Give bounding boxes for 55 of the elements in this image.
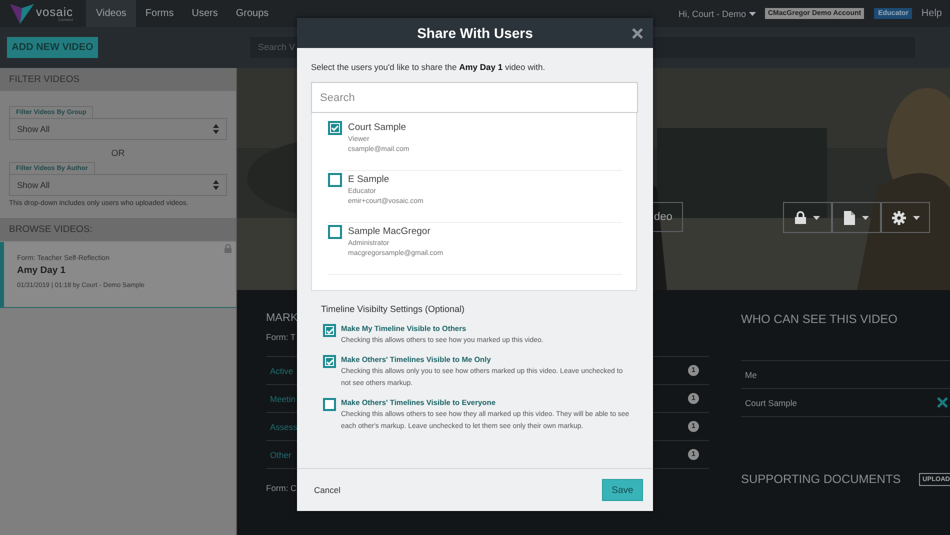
checkbox[interactable] [323, 324, 336, 337]
dialog-text: Select the users you'd like to share the Amy Day 1 video with. [311, 62, 546, 72]
user-name: Sample MacGregor [348, 226, 432, 237]
checkbox[interactable] [328, 225, 342, 239]
filter-dropdown[interactable]: Show All [9, 174, 227, 196]
check-icon [326, 358, 334, 364]
lock-icon [224, 244, 232, 253]
checkbox[interactable] [323, 398, 336, 411]
category-link[interactable]: Meetin [270, 394, 296, 404]
check-icon [331, 125, 339, 131]
logo-text: vosaic [36, 6, 74, 18]
sort-icon [213, 180, 219, 190]
logo-icon [10, 4, 34, 24]
lock-icon [795, 211, 806, 224]
form-label: Form: C [266, 483, 297, 493]
caret-icon [748, 12, 756, 16]
nav-tab[interactable]: Videos [86, 0, 136, 27]
viewer-name: Court Sample [745, 398, 797, 408]
category-link[interactable]: Active [270, 366, 294, 376]
settings-title: Timeline Visibilty Settings (Optional) [321, 304, 466, 314]
close-icon[interactable] [632, 28, 643, 39]
settings-menu-button[interactable] [881, 202, 930, 233]
user-name: E Sample [348, 174, 390, 185]
search-field[interactable]: Search [311, 82, 638, 113]
help-link[interactable]: Help [921, 8, 942, 19]
nav-tab[interactable]: Groups [226, 0, 278, 27]
user-menu[interactable]: Hi, Court - Demo [678, 8, 756, 18]
cancel-link[interactable]: Cancel [314, 485, 340, 495]
viewer-name: Me [745, 370, 757, 380]
dialog-title: Share With Users [417, 25, 533, 41]
section-header: BROWSE VIDEOS: [0, 218, 236, 241]
checkbox[interactable] [328, 173, 342, 187]
checkbox[interactable] [328, 121, 342, 135]
check-icon [326, 328, 334, 334]
add-video-button[interactable]: ADD NEW VIDEO [7, 37, 98, 58]
section-title: SUPPORTING DOCUMENTS [741, 472, 901, 486]
checkbox[interactable] [323, 355, 336, 368]
nav-tab[interactable]: Users [182, 0, 227, 27]
section-title: WHO CAN SEE THIS VIDEO [741, 312, 898, 326]
video-title: Amy Day 1 [17, 265, 67, 276]
nav-tab[interactable]: Forms [136, 0, 183, 27]
section-header: FILTER VIDEOS [0, 68, 236, 91]
settings-icon [892, 210, 906, 224]
lock-menu-button[interactable] [783, 202, 832, 233]
section-title: MARK [266, 312, 298, 324]
sort-icon [213, 124, 219, 134]
file-menu-button[interactable] [832, 202, 881, 233]
save-button[interactable]: Save [602, 479, 643, 501]
remove-icon[interactable] [937, 397, 948, 408]
category-link[interactable]: Other [270, 450, 292, 460]
or-label: OR [110, 148, 126, 158]
form-label: Form: T [266, 332, 296, 342]
filter-dropdown[interactable]: Show All [9, 118, 227, 140]
category-link[interactable]: Assess [270, 422, 298, 432]
user-name: Court Sample [348, 122, 408, 133]
